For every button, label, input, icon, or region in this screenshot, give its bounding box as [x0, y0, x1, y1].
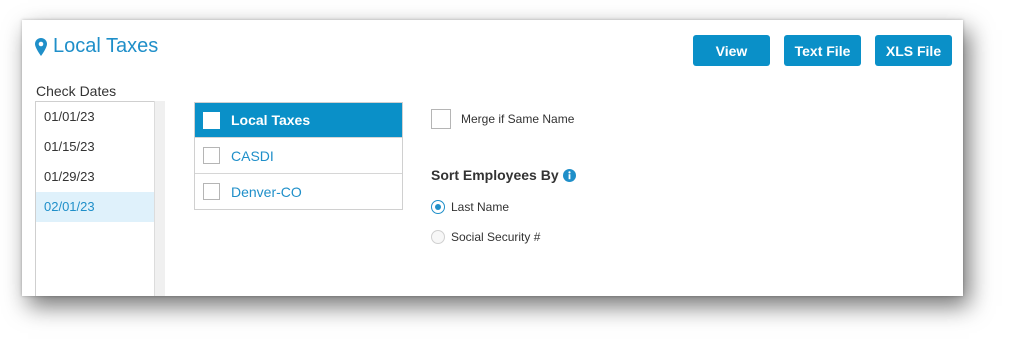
tax-row[interactable]: Denver-CO: [195, 173, 402, 209]
date-item-selected[interactable]: 02/01/23: [36, 192, 154, 222]
check-dates-label: Check Dates: [36, 83, 117, 99]
page-title: Local Taxes: [53, 35, 159, 57]
sort-employees-heading: Sort Employees By: [431, 167, 576, 183]
tax-label: Denver-CO: [231, 183, 302, 200]
merge-option: Merge if Same Name: [431, 109, 574, 129]
merge-label: Merge if Same Name: [461, 112, 575, 126]
tax-checkbox[interactable]: [203, 183, 220, 200]
taxes-header-label: Local Taxes: [231, 112, 311, 128]
map-marker-icon: [35, 37, 47, 56]
view-button[interactable]: View: [693, 35, 770, 66]
tax-label: CASDI: [231, 147, 274, 164]
sort-title-text: Sort Employees By: [431, 167, 559, 183]
date-item[interactable]: 01/29/23: [36, 162, 154, 192]
dates-scrollbar[interactable]: [154, 101, 165, 296]
radio-label: Social Security #: [451, 230, 541, 244]
text-file-button[interactable]: Text File: [784, 35, 861, 66]
taxes-header-row: Local Taxes: [195, 103, 402, 137]
tax-row[interactable]: CASDI: [195, 137, 402, 173]
check-dates-list[interactable]: 01/01/23 01/15/23 01/29/23 02/01/23: [35, 101, 164, 296]
sort-option-last-name[interactable]: Last Name: [431, 200, 509, 214]
sort-option-ssn[interactable]: Social Security #: [431, 230, 540, 244]
date-item[interactable]: 01/15/23: [36, 132, 154, 162]
select-all-checkbox[interactable]: [203, 111, 220, 129]
title-area: Local Taxes: [35, 35, 158, 58]
report-panel: Local Taxes View Text File XLS File Chec…: [22, 20, 963, 296]
local-taxes-table: Local Taxes CASDI Denver-CO: [194, 102, 403, 210]
radio-label: Last Name: [451, 200, 510, 214]
date-item[interactable]: 01/01/23: [36, 102, 154, 132]
info-icon[interactable]: [562, 168, 576, 182]
radio-last-name[interactable]: [431, 200, 445, 214]
tax-checkbox[interactable]: [203, 147, 220, 164]
merge-checkbox[interactable]: [431, 109, 451, 129]
radio-ssn[interactable]: [431, 230, 445, 244]
xls-file-button[interactable]: XLS File: [875, 35, 952, 66]
